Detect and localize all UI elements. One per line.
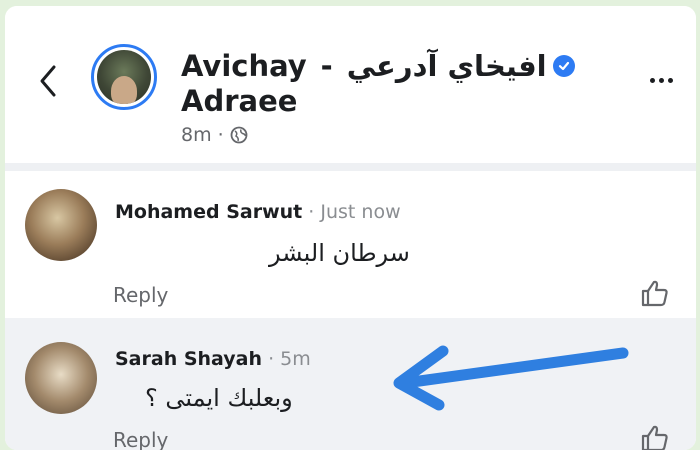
more-dots-icon: [649, 77, 655, 83]
thumbs-up-icon[interactable]: [639, 277, 671, 309]
more-options-button[interactable]: [643, 68, 679, 92]
comment-text: سرطان البشر: [269, 239, 410, 267]
comment-text: وبعلبك ايمتى ؟: [145, 384, 293, 412]
annotation-arrow: [393, 345, 629, 411]
commenter-name[interactable]: Sarah Shayah: [115, 348, 262, 370]
comment-header: Mohamed Sarwut · Just now: [115, 201, 401, 223]
reply-button[interactable]: Reply: [113, 283, 168, 307]
author-name-line-1[interactable]: Avichay - افيخاي آدرعي: [181, 46, 575, 86]
header-divider: [5, 163, 696, 171]
comment-time: 5m: [280, 348, 311, 370]
comment-separator: ·: [302, 201, 321, 223]
post-header: Avichay - افيخاي آدرعي Adraee 8m ·: [5, 6, 696, 161]
comment-header: Sarah Shayah · 5m: [115, 348, 311, 370]
author-name-line-2[interactable]: Adraee: [181, 84, 297, 118]
author-name-separator: -: [320, 49, 333, 83]
thumbs-up-icon[interactable]: [639, 422, 671, 450]
author-name-ar: افيخاي آدرعي: [346, 49, 547, 83]
reply-button[interactable]: Reply: [113, 428, 168, 450]
commenter-name[interactable]: Mohamed Sarwut: [115, 201, 302, 223]
globe-icon: [230, 126, 248, 144]
author-avatar-image: [97, 50, 151, 104]
comment-time: Just now: [320, 201, 401, 223]
post-time: 8m: [181, 124, 212, 146]
author-name-en: Avichay: [181, 49, 307, 83]
verified-badge-icon: [552, 55, 575, 77]
comment-item: Mohamed Sarwut · Just now سرطان البشر Re…: [5, 171, 696, 316]
back-button[interactable]: [33, 61, 63, 101]
comments-screen: Avichay - افيخاي آدرعي Adraee 8m · Moham…: [5, 6, 696, 450]
meta-separator: ·: [217, 124, 224, 146]
chevron-left-icon: [40, 65, 56, 97]
post-meta: 8m ·: [181, 124, 248, 146]
commenter-avatar[interactable]: [25, 189, 97, 261]
commenter-avatar[interactable]: [25, 342, 97, 414]
comment-separator: ·: [262, 348, 281, 370]
author-avatar[interactable]: [91, 44, 157, 110]
